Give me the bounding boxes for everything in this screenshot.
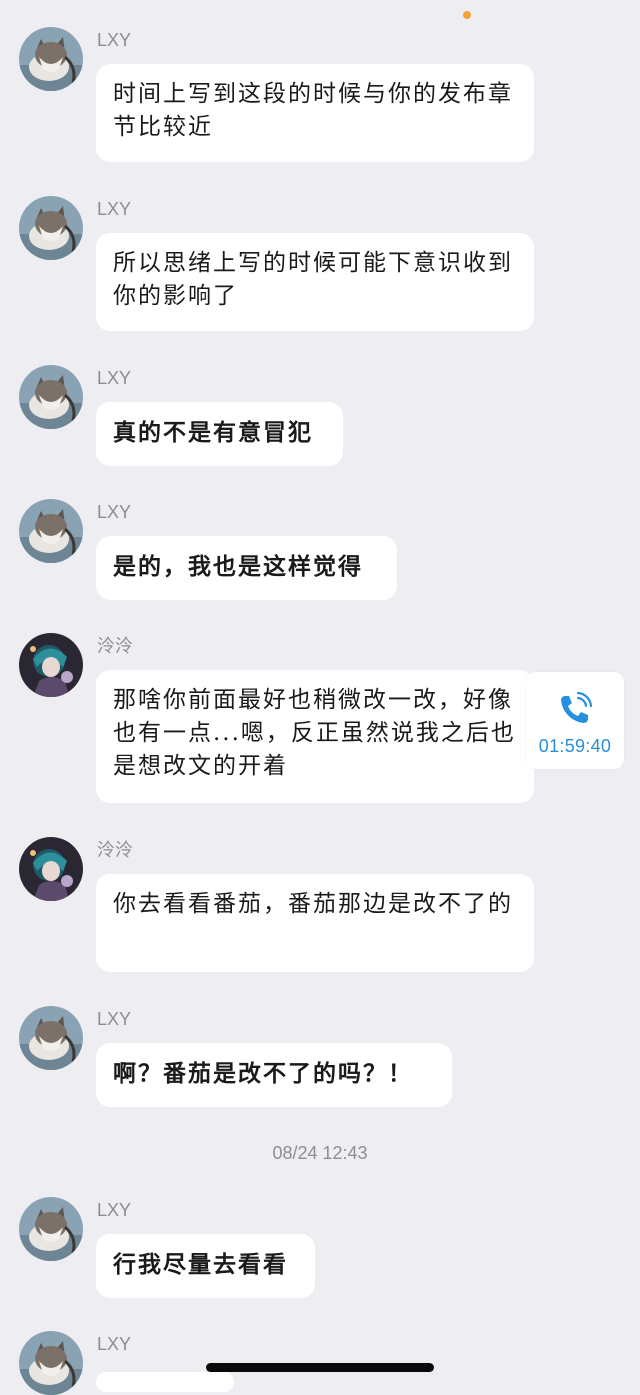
cat-avatar[interactable] (19, 27, 83, 91)
sender-name: LXY (97, 368, 132, 388)
status-indicator-dot (463, 11, 471, 19)
message-bubble[interactable]: 行我尽量去看看 (96, 1234, 315, 1298)
sender-name: 泠泠 (97, 840, 133, 860)
cat-avatar[interactable] (19, 1006, 83, 1070)
sender-name: LXY (97, 502, 132, 522)
voice-call-record[interactable]: 01:59:40 (526, 672, 624, 769)
anime-character-avatar[interactable] (19, 837, 83, 901)
cat-avatar[interactable] (19, 1331, 83, 1395)
anime-character-avatar[interactable] (19, 633, 83, 697)
message-bubble[interactable]: 那啥你前面最好也稍微改一改，好像也有一点...嗯，反正虽然说我之后也是想改文的开… (96, 670, 534, 803)
chat-timestamp: 08/24 12:43 (272, 1143, 368, 1163)
home-indicator[interactable] (206, 1363, 434, 1372)
cat-avatar[interactable] (19, 1197, 83, 1261)
message-bubble[interactable] (96, 1372, 234, 1392)
message-bubble[interactable]: 时间上写到这段的时候与你的发布章节比较近 (96, 64, 534, 162)
sender-name: LXY (97, 30, 132, 50)
sender-name: LXY (97, 1009, 132, 1029)
cat-avatar[interactable] (19, 499, 83, 563)
message-bubble[interactable]: 你去看看番茄，番茄那边是改不了的 (96, 874, 534, 972)
message-bubble[interactable]: 是的，我也是这样觉得 (96, 536, 397, 600)
sender-name: LXY (97, 1200, 132, 1220)
sender-name: 泠泠 (97, 636, 133, 656)
phone-call-icon (561, 691, 593, 723)
sender-name: LXY (97, 199, 132, 219)
cat-avatar[interactable] (19, 196, 83, 260)
message-bubble[interactable]: 所以思绪上写的时候可能下意识收到你的影响了 (96, 233, 534, 331)
cat-avatar[interactable] (19, 365, 83, 429)
sender-name: LXY (97, 1334, 132, 1354)
message-bubble[interactable]: 啊？番茄是改不了的吗？！ (96, 1043, 452, 1107)
message-bubble[interactable]: 真的不是有意冒犯 (96, 402, 343, 466)
call-duration: 01:59:40 (538, 736, 612, 756)
